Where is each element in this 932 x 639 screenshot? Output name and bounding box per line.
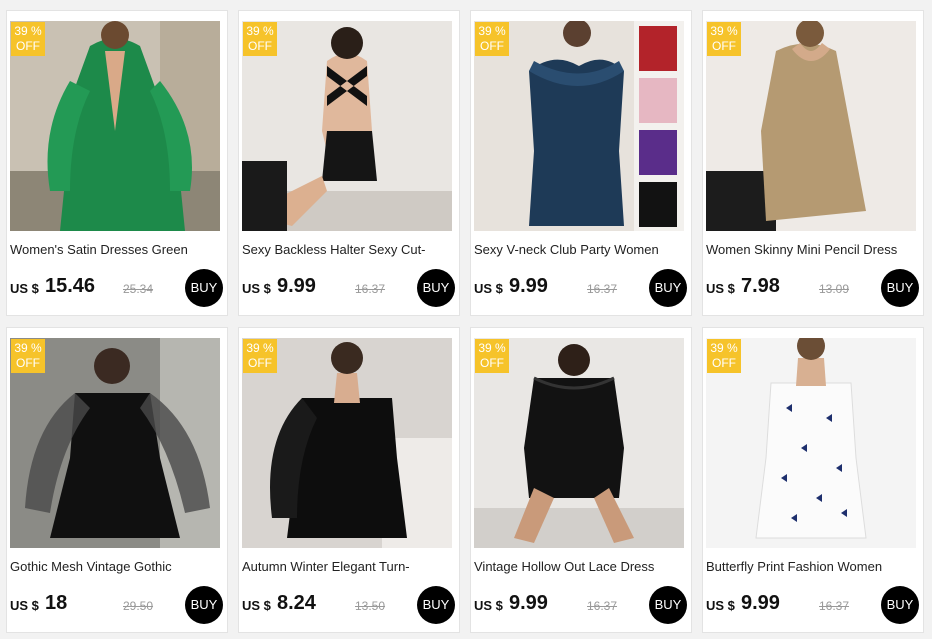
discount-badge: 39 % OFF: [475, 339, 509, 373]
currency-label: US $: [242, 598, 271, 613]
currency-label: US $: [10, 281, 39, 296]
price-row: US $ 9.99 16.37 BUY: [474, 269, 689, 307]
product-title[interactable]: Sexy V-neck Club Party Women: [474, 241, 684, 259]
product-title[interactable]: Vintage Hollow Out Lace Dress: [474, 558, 684, 576]
currency-label: US $: [706, 598, 735, 613]
original-price: 16.37: [587, 282, 618, 296]
product-card[interactable]: 39 % OFF Gothic Mesh Vintage Gothic US $…: [6, 327, 228, 633]
buy-button[interactable]: BUY: [881, 269, 919, 307]
discount-off-label: OFF: [712, 39, 736, 53]
discount-badge: 39 % OFF: [475, 22, 509, 56]
currency-label: US $: [10, 598, 39, 613]
buy-button[interactable]: BUY: [417, 586, 455, 624]
product-card[interactable]: 39 % OFF Sexy V-neck Club Party Women US…: [470, 10, 692, 316]
discount-badge: 39 % OFF: [243, 339, 277, 373]
discount-percent: 39 %: [710, 24, 738, 38]
sale-price: 15.46: [45, 275, 96, 297]
price-row: US $ 9.99 16.37 BUY: [474, 586, 689, 624]
discount-percent: 39 %: [710, 341, 738, 355]
discount-percent: 39 %: [14, 24, 42, 38]
product-card[interactable]: 39 % OFF Sexy Backless Halter Sexy Cut- …: [238, 10, 460, 316]
discount-off-label: OFF: [248, 356, 272, 370]
price-row: US $ 7.98 13.09 BUY: [706, 269, 921, 307]
original-price: 29.50: [123, 599, 154, 613]
discount-badge: 39 % OFF: [11, 22, 45, 56]
discount-percent: 39 %: [14, 341, 42, 355]
sale-price: 9.99: [277, 275, 316, 297]
original-price: 16.37: [355, 282, 386, 296]
price-row: US $ 8.24 13.50 BUY: [242, 586, 457, 624]
discount-off-label: OFF: [248, 39, 272, 53]
currency-label: US $: [242, 281, 271, 296]
original-price: 25.34: [123, 282, 154, 296]
sale-price: 9.99: [509, 275, 548, 297]
product-title[interactable]: Autumn Winter Elegant Turn-: [242, 558, 452, 576]
original-price: 16.37: [587, 599, 618, 613]
price-row: US $ 15.46 25.34 BUY: [10, 269, 225, 307]
product-card[interactable]: 39 % OFF Autumn Winter Elegant Turn- US …: [238, 327, 460, 633]
product-card[interactable]: 39 % OFF Butterfly Print Fashion Women U…: [702, 327, 924, 633]
discount-badge: 39 % OFF: [243, 22, 277, 56]
discount-badge: 39 % OFF: [707, 339, 741, 373]
buy-button[interactable]: BUY: [649, 586, 687, 624]
discount-off-label: OFF: [480, 39, 504, 53]
discount-percent: 39 %: [246, 24, 274, 38]
currency-label: US $: [474, 281, 503, 296]
sale-price: 9.99: [741, 592, 780, 614]
original-price: 16.37: [819, 599, 850, 613]
discount-off-label: OFF: [16, 356, 40, 370]
discount-off-label: OFF: [16, 39, 40, 53]
sale-price: 7.98: [741, 275, 780, 297]
discount-percent: 39 %: [478, 24, 506, 38]
price-row: US $ 9.99 16.37 BUY: [242, 269, 457, 307]
sale-price: 18: [45, 592, 68, 614]
sale-price: 9.99: [509, 592, 548, 614]
original-price: 13.50: [355, 599, 386, 613]
product-title[interactable]: Sexy Backless Halter Sexy Cut-: [242, 241, 452, 259]
product-card[interactable]: 39 % OFF Women Skinny Mini Pencil Dress …: [702, 10, 924, 316]
discount-percent: 39 %: [478, 341, 506, 355]
buy-button[interactable]: BUY: [881, 586, 919, 624]
discount-badge: 39 % OFF: [707, 22, 741, 56]
discount-off-label: OFF: [480, 356, 504, 370]
price-row: US $ 9.99 16.37 BUY: [706, 586, 921, 624]
product-card[interactable]: 39 % OFF Vintage Hollow Out Lace Dress U…: [470, 327, 692, 633]
buy-button[interactable]: BUY: [185, 586, 223, 624]
buy-button[interactable]: BUY: [649, 269, 687, 307]
currency-label: US $: [706, 281, 735, 296]
product-title[interactable]: Gothic Mesh Vintage Gothic: [10, 558, 220, 576]
discount-badge: 39 % OFF: [11, 339, 45, 373]
buy-button[interactable]: BUY: [185, 269, 223, 307]
sale-price: 8.24: [277, 592, 316, 614]
product-title[interactable]: Butterfly Print Fashion Women: [706, 558, 916, 576]
product-title[interactable]: Women Skinny Mini Pencil Dress: [706, 241, 916, 259]
price-row: US $ 18 29.50 BUY: [10, 586, 225, 624]
currency-label: US $: [474, 598, 503, 613]
original-price: 13.09: [819, 282, 850, 296]
product-grid: 39 % OFF Women's Satin Dresses Green US …: [0, 0, 932, 639]
product-title[interactable]: Women's Satin Dresses Green: [10, 241, 220, 259]
product-card[interactable]: 39 % OFF Women's Satin Dresses Green US …: [6, 10, 228, 316]
discount-off-label: OFF: [712, 356, 736, 370]
discount-percent: 39 %: [246, 341, 274, 355]
buy-button[interactable]: BUY: [417, 269, 455, 307]
